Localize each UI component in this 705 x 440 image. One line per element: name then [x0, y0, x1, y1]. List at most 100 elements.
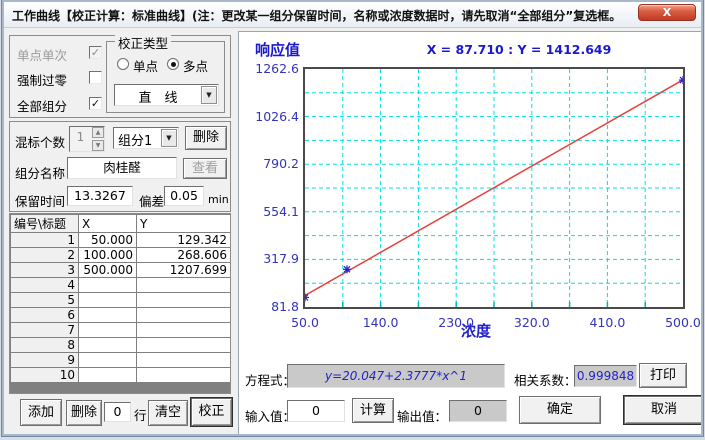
output-value-label: 输出值：	[397, 406, 447, 425]
ok-button[interactable]: 确定	[519, 396, 601, 424]
chevron-down-icon[interactable]: ▼	[161, 129, 177, 147]
component-select-dropdown[interactable]: 组分1 ▼	[113, 127, 179, 149]
row-number-cell: 5	[11, 293, 79, 308]
y-value-cell[interactable]	[137, 293, 231, 308]
y-value-cell[interactable]	[137, 338, 231, 353]
x-value-cell[interactable]	[79, 308, 137, 323]
component-name-input[interactable]: 肉桂醛	[67, 157, 177, 179]
stepper-up-icon[interactable]: ▲	[92, 127, 104, 138]
component-select-value: 组分1	[114, 130, 161, 149]
all-components-label: 全部组分	[17, 96, 67, 115]
single-point-single-checkbox[interactable]: ✓	[89, 46, 102, 59]
y-value-cell[interactable]	[137, 353, 231, 368]
x-value-cell[interactable]	[79, 293, 137, 308]
component-groupbox: 混标个数 1 ▲ ▼ 组分1 ▼ 删除 组分名称 肉桂醛 查看 保留时间 13.…	[9, 121, 231, 212]
row-number-cell: 1	[11, 233, 79, 248]
table-row: 4	[11, 278, 231, 293]
table-row: 9	[11, 353, 231, 368]
row-count-input[interactable]: 0	[104, 402, 131, 422]
table-header-row: 编号\标题 X Y	[11, 215, 231, 233]
x-value-cell[interactable]	[79, 338, 137, 353]
retention-time-label: 保留时间	[15, 191, 65, 210]
mix-count-value: 1	[70, 130, 91, 144]
delete-row-button[interactable]: 删除	[66, 400, 102, 426]
row-number-cell: 9	[11, 353, 79, 368]
mix-count-stepper[interactable]: 1 ▲ ▼	[69, 126, 105, 152]
row-number-cell: 4	[11, 278, 79, 293]
cancel-button[interactable]: 取消	[624, 396, 703, 424]
table-row: 7	[11, 323, 231, 338]
chevron-down-icon[interactable]: ▼	[201, 86, 217, 104]
delete-component-button[interactable]: 删除	[185, 126, 227, 150]
input-value-field[interactable]: 0	[287, 400, 345, 422]
calculate-button[interactable]: 计算	[352, 398, 394, 423]
close-button[interactable]: X	[638, 4, 696, 21]
plot-frame	[303, 67, 685, 309]
stepper-down-icon[interactable]: ▼	[92, 140, 104, 151]
force-zero-label: 强制过零	[17, 70, 67, 89]
x-value-cell[interactable]: 50.000	[79, 233, 137, 248]
y-value-cell[interactable]	[137, 323, 231, 338]
single-point-radio-label: 单点	[133, 56, 158, 75]
clear-button[interactable]: 清空	[148, 400, 188, 426]
row-number-cell: 10	[11, 368, 79, 383]
correlation-field: 0.999848	[574, 365, 637, 387]
y-tick-label: 81.8	[241, 299, 299, 314]
row-number-cell: 3	[11, 263, 79, 278]
table-header-x: X	[79, 215, 137, 233]
deviation-unit: min	[208, 193, 229, 206]
multi-point-radio-label: 多点	[183, 56, 208, 75]
x-value-cell[interactable]	[79, 278, 137, 293]
table-row: 8	[11, 338, 231, 353]
x-value-cell[interactable]	[79, 323, 137, 338]
x-tick-label: 50.0	[279, 315, 331, 330]
table-header-y: Y	[137, 215, 231, 233]
chart-title: 响应值	[255, 39, 300, 60]
multi-point-radio[interactable]	[167, 58, 179, 70]
y-value-cell[interactable]: 1207.699	[137, 263, 231, 278]
output-value-field: 0	[449, 400, 507, 422]
chart-panel: 响应值 X = 87.710 : Y = 1412.649 浓度 方程式： y=…	[238, 31, 703, 436]
calibrate-button[interactable]: 校正	[191, 398, 232, 426]
calibration-plot[interactable]	[305, 69, 683, 307]
y-value-cell[interactable]	[137, 278, 231, 293]
force-zero-checkbox[interactable]	[89, 71, 102, 84]
standards-table-container: 编号\标题 X Y 150.000129.3422100.000268.6063…	[9, 213, 231, 394]
y-tick-label: 554.1	[241, 204, 299, 219]
y-value-cell[interactable]	[137, 308, 231, 323]
x-value-cell[interactable]	[79, 368, 137, 383]
calibration-dialog: 工作曲线【校正计算：标准曲线】(注：更改某一组分保留时间，名称或浓度数据时，请先…	[2, 0, 703, 436]
x-tick-label: 500.0	[657, 315, 703, 330]
y-value-cell[interactable]: 268.606	[137, 248, 231, 263]
component-name-label: 组分名称	[15, 163, 65, 182]
single-point-radio[interactable]	[117, 58, 129, 70]
curve-type-value: 直 线	[115, 87, 201, 106]
x-tick-label: 320.0	[506, 315, 558, 330]
x-value-cell[interactable]: 500.000	[79, 263, 137, 278]
table-row: 10	[11, 368, 231, 383]
table-row: 3500.0001207.699	[11, 263, 231, 278]
table-row: 5	[11, 293, 231, 308]
x-value-cell[interactable]	[79, 353, 137, 368]
cursor-readout: X = 87.710 : Y = 1412.649	[399, 42, 639, 57]
row-number-cell: 7	[11, 323, 79, 338]
options-groupbox: 单点单次 ✓ 强制过零 全部组分 ✓ 校正类型 单点 多点 直 线 ▼	[9, 35, 231, 118]
all-components-checkbox[interactable]: ✓	[89, 97, 102, 110]
row-number-cell: 6	[11, 308, 79, 323]
retention-time-input[interactable]: 13.3267	[67, 186, 133, 206]
deviation-input[interactable]: 0.05	[164, 186, 204, 206]
row-number-cell: 8	[11, 338, 79, 353]
add-row-button[interactable]: 添加	[20, 399, 62, 426]
curve-type-dropdown[interactable]: 直 线 ▼	[114, 84, 219, 106]
row-number-cell: 2	[11, 248, 79, 263]
y-tick-label: 1026.4	[241, 109, 299, 124]
x-value-cell[interactable]: 100.000	[79, 248, 137, 263]
calibration-type-groupbox: 校正类型 单点 多点 直 线 ▼	[106, 41, 225, 113]
y-value-cell[interactable]	[137, 368, 231, 383]
window-title: 工作曲线【校正计算：标准曲线】(注：更改某一组分保留时间，名称或浓度数据时，请先…	[12, 7, 621, 24]
print-button[interactable]: 打印	[639, 363, 687, 388]
title-bar: 工作曲线【校正计算：标准曲线】(注：更改某一组分保留时间，名称或浓度数据时，请先…	[4, 2, 701, 28]
y-value-cell[interactable]: 129.342	[137, 233, 231, 248]
deviation-label: 偏差	[139, 191, 164, 210]
view-button[interactable]: 查看	[183, 158, 227, 179]
